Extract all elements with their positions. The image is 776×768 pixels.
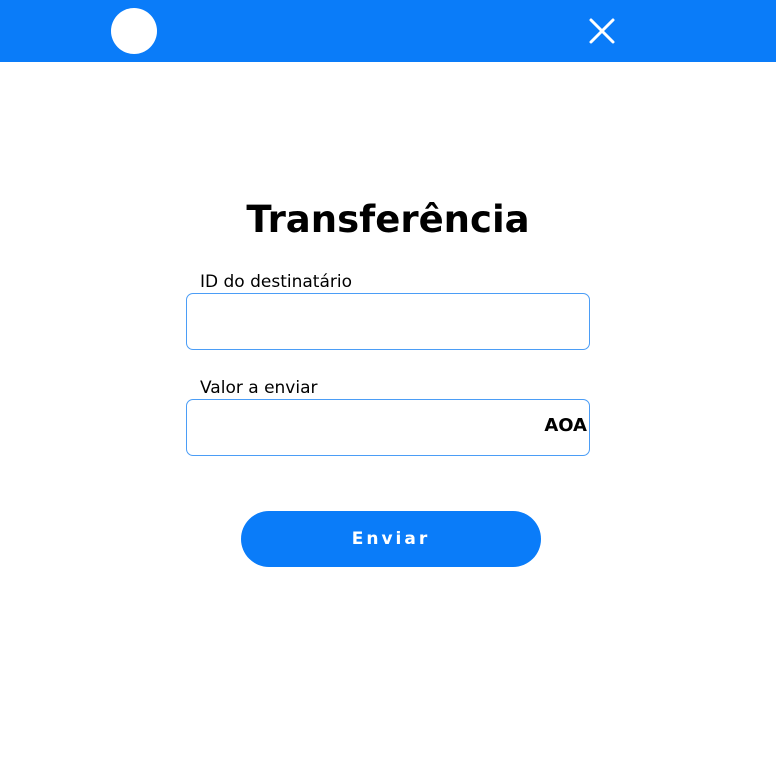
send-button[interactable]: Enviar [241,511,541,567]
recipient-id-input[interactable] [187,294,589,349]
page-title: Transferência [246,198,530,241]
close-icon[interactable] [586,15,618,47]
amount-field-box: AOA [186,399,590,456]
amount-input[interactable] [187,400,589,455]
currency-suffix: AOA [544,415,587,436]
amount-label: Valor a enviar [200,378,318,398]
top-bar [0,0,776,62]
recipient-id-field-box [186,293,590,350]
avatar-icon[interactable] [111,8,157,54]
recipient-id-label: ID do destinatário [200,272,352,292]
